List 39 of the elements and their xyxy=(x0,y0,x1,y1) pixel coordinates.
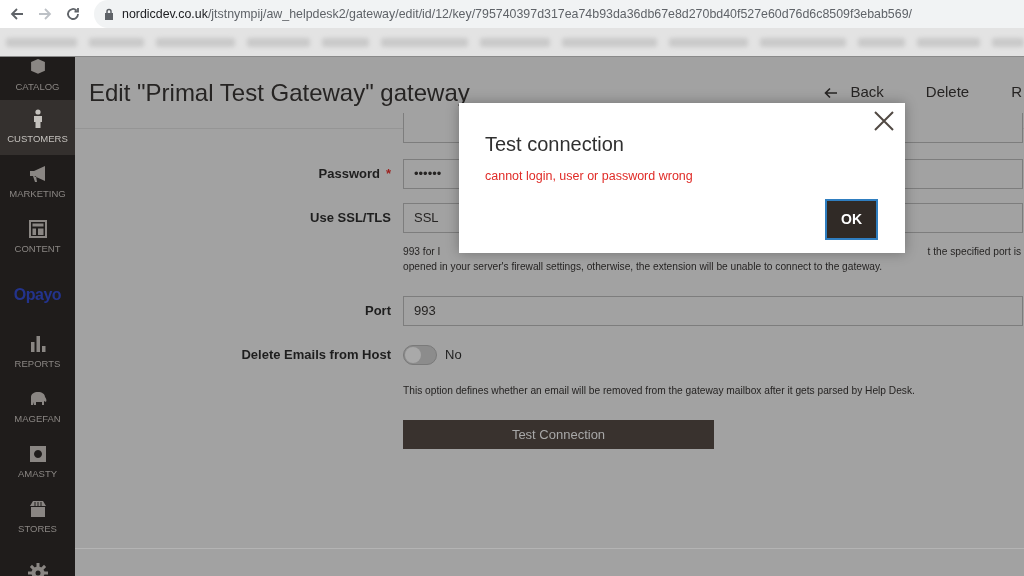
ok-button[interactable]: OK xyxy=(825,199,878,240)
field-label: Delete Emails from Host xyxy=(241,347,391,362)
toggle-text: No xyxy=(445,346,462,365)
back-button[interactable]: Back xyxy=(824,81,884,104)
menu-item[interactable]: MAGEFAN xyxy=(0,380,75,435)
menu-item[interactable]: CATALOG xyxy=(0,57,75,100)
input-field[interactable]: 993 xyxy=(403,296,1023,326)
back-arrow-icon xyxy=(824,87,839,100)
help-text: opened in your server's firewall settings, otherwise, the extension will be unable to connect to the gateway. xyxy=(403,260,883,274)
menu-item[interactable]: CONTENT xyxy=(0,210,75,265)
toggle-switch[interactable] xyxy=(403,345,437,365)
storefront-icon xyxy=(27,498,48,519)
test-connection-button[interactable]: Test Connection xyxy=(403,420,714,449)
forward-arrow-icon xyxy=(38,7,52,21)
dialog-title: Test connection xyxy=(485,132,625,157)
lock-icon xyxy=(104,8,114,20)
field-label: Port xyxy=(365,303,391,318)
megaphone-icon xyxy=(27,163,48,184)
menu-item[interactable]: STORES xyxy=(0,490,75,545)
page-title: Edit "Primal Test Gateway" gateway xyxy=(89,77,470,108)
help-text: 993 for I xyxy=(403,245,441,259)
back-arrow-icon[interactable] xyxy=(10,7,24,21)
error-message: cannot login, user or password wrong xyxy=(485,168,694,185)
required-mark: * xyxy=(385,166,391,181)
layout-icon xyxy=(27,218,48,239)
field-label: Use SSL/TLS xyxy=(310,210,391,225)
help-text: This option defines whether an email will be removed from the gateway mailbox after it gets parsed by Help Desk. xyxy=(403,384,915,398)
menu-item[interactable]: MARKETING xyxy=(0,155,75,210)
logo: Opayo xyxy=(13,285,62,305)
menu-item[interactable]: CUSTOMERS xyxy=(0,100,75,155)
address-bar[interactable]: nordicdev.co.uk/jtstnympij/aw_helpdesk2/gateway/edit/id/12/key/795740397d317ea74b93da36db67e8d270bd40f527e60d76d6c8509f3ebab569/ xyxy=(94,0,1024,28)
action-button[interactable]: Delete xyxy=(925,81,970,104)
menu-item[interactable]: REPORTS xyxy=(0,325,75,380)
action-button[interactable]: R xyxy=(1011,81,1022,104)
close-icon[interactable] xyxy=(873,110,895,132)
menu-item[interactable]: AMASTY xyxy=(0,435,75,490)
reload-icon[interactable] xyxy=(66,7,80,21)
help-text: t the specified port is xyxy=(927,245,1022,259)
field-label: Password xyxy=(318,166,380,181)
